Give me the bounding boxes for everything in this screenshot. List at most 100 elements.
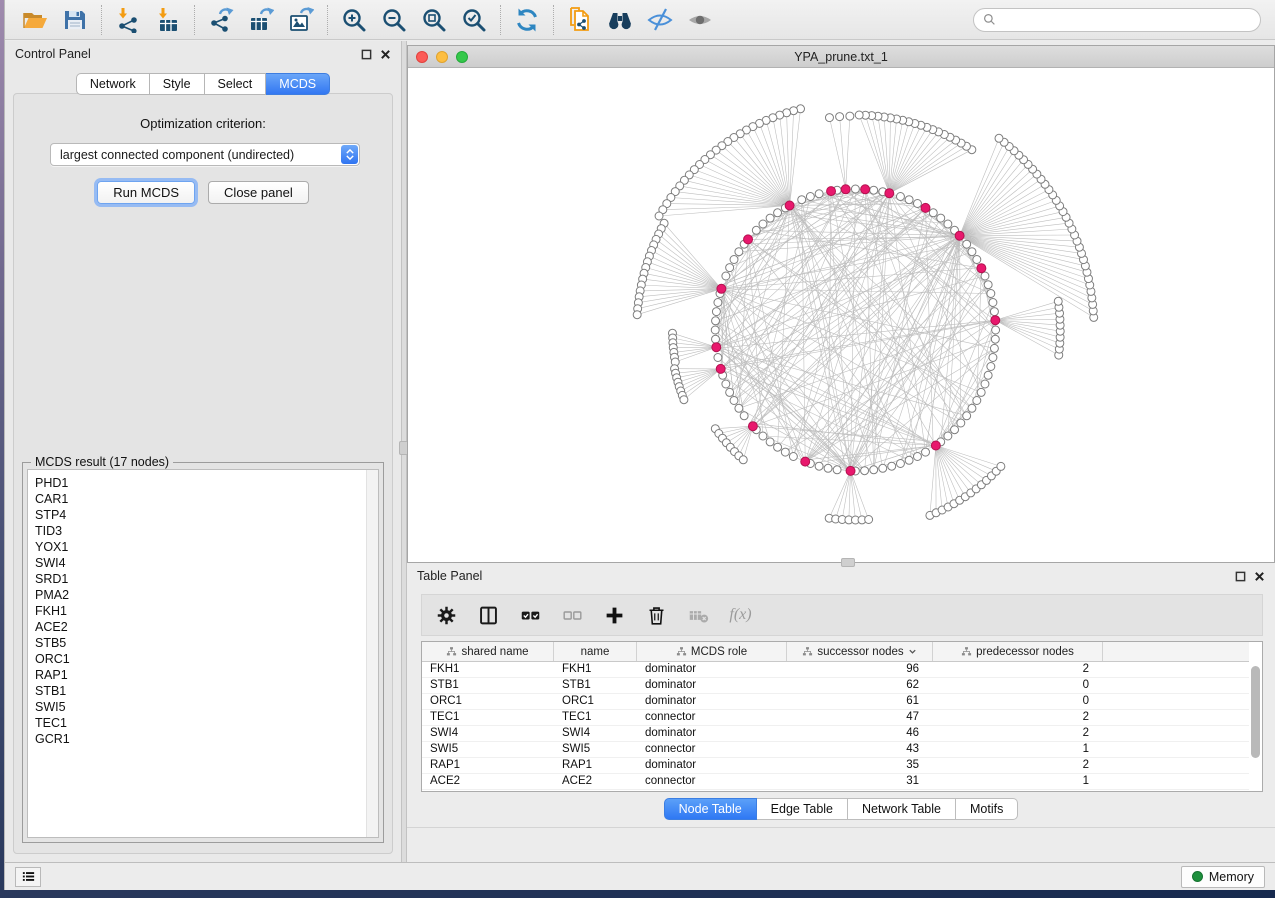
table-cell[interactable]: TEC1 — [422, 710, 554, 725]
table-cell[interactable]: connector — [637, 742, 787, 757]
table-cell[interactable]: RAP1 — [554, 758, 637, 773]
tab-select[interactable]: Select — [205, 73, 267, 95]
search-field[interactable] — [973, 8, 1261, 32]
tab-network-table[interactable]: Network Table — [848, 798, 956, 820]
column-header-name[interactable]: name — [554, 642, 637, 661]
share-document-button[interactable] — [560, 3, 600, 37]
column-header-shared-name[interactable]: shared name — [422, 642, 554, 661]
table-cell[interactable]: 47 — [787, 710, 933, 725]
result-list-item[interactable]: RAP1 — [35, 667, 378, 683]
column-header-MCDS-role[interactable]: MCDS role — [637, 642, 787, 661]
minimize-window-button[interactable] — [436, 51, 448, 63]
table-row[interactable]: TEC1TEC1connector472 — [422, 710, 1249, 726]
table-cell[interactable]: 43 — [787, 742, 933, 757]
deselect-all-button[interactable] — [560, 603, 585, 628]
zoom-in-button[interactable] — [334, 3, 374, 37]
table-cell[interactable]: SWI4 — [554, 726, 637, 741]
show-graphics-details-button[interactable] — [680, 3, 720, 37]
table-row[interactable]: YOX1YOX1connector291 — [422, 790, 1249, 791]
import-table-button[interactable] — [148, 3, 188, 37]
horizontal-splitter-grip[interactable] — [841, 558, 855, 567]
search-input[interactable] — [1001, 13, 1252, 27]
maximize-window-button[interactable] — [456, 51, 468, 63]
search-network-button[interactable] — [600, 3, 640, 37]
tab-network[interactable]: Network — [76, 73, 150, 95]
table-cell[interactable]: 2 — [933, 662, 1103, 677]
table-cell[interactable]: FKH1 — [422, 662, 554, 677]
zoom-fit-button[interactable] — [414, 3, 454, 37]
memory-button[interactable]: Memory — [1181, 866, 1265, 888]
table-row[interactable]: ACE2ACE2connector311 — [422, 774, 1249, 790]
table-cell[interactable]: ACE2 — [554, 774, 637, 789]
settings-button[interactable] — [434, 603, 459, 628]
save-session-button[interactable] — [55, 3, 95, 37]
tab-node-table[interactable]: Node Table — [664, 798, 757, 820]
add-row-button[interactable] — [602, 603, 627, 628]
table-cell[interactable]: dominator — [637, 758, 787, 773]
table-cell[interactable]: connector — [637, 790, 787, 791]
table-cell[interactable]: 31 — [787, 774, 933, 789]
table-cell[interactable]: connector — [637, 774, 787, 789]
export-table-button[interactable] — [241, 3, 281, 37]
table-cell[interactable]: 0 — [933, 678, 1103, 693]
table-cell[interactable]: 0 — [933, 694, 1103, 709]
result-list-item[interactable]: ORC1 — [35, 651, 378, 667]
result-list-item[interactable]: PMA2 — [35, 587, 378, 603]
table-cell[interactable]: 2 — [933, 726, 1103, 741]
table-cell[interactable]: 1 — [933, 790, 1103, 791]
network-canvas[interactable] — [408, 68, 1274, 562]
table-cell[interactable]: SWI5 — [554, 742, 637, 757]
table-row[interactable]: SWI5SWI5connector431 — [422, 742, 1249, 758]
criterion-select[interactable]: largest connected component (undirected) — [50, 143, 360, 166]
split-view-button[interactable] — [476, 603, 501, 628]
table-cell[interactable]: YOX1 — [422, 790, 554, 791]
result-list-item[interactable]: TEC1 — [35, 715, 378, 731]
table-cell[interactable]: dominator — [637, 726, 787, 741]
result-list-item[interactable]: YOX1 — [35, 539, 378, 555]
tab-motifs[interactable]: Motifs — [956, 798, 1018, 820]
table-cell[interactable]: dominator — [637, 678, 787, 693]
result-list-item[interactable]: FKH1 — [35, 603, 378, 619]
tab-style[interactable]: Style — [150, 73, 205, 95]
float-panel-icon[interactable] — [361, 49, 372, 60]
table-cell[interactable]: dominator — [637, 662, 787, 677]
result-list-item[interactable]: STB1 — [35, 683, 378, 699]
table-row[interactable]: SWI4SWI4dominator462 — [422, 726, 1249, 742]
close-table-panel-icon[interactable] — [1254, 571, 1265, 582]
table-cell[interactable]: RAP1 — [422, 758, 554, 773]
open-file-button[interactable] — [15, 3, 55, 37]
export-network-button[interactable] — [201, 3, 241, 37]
table-cell[interactable]: 35 — [787, 758, 933, 773]
table-cell[interactable]: 61 — [787, 694, 933, 709]
result-list-item[interactable]: TID3 — [35, 523, 378, 539]
column-header-successor-nodes[interactable]: successor nodes — [787, 642, 933, 661]
table-cell[interactable]: 96 — [787, 662, 933, 677]
column-header-predecessor-nodes[interactable]: predecessor nodes — [933, 642, 1103, 661]
delete-row-button[interactable] — [644, 603, 669, 628]
tab-edge-table[interactable]: Edge Table — [757, 798, 848, 820]
table-cell[interactable]: 62 — [787, 678, 933, 693]
table-cell[interactable]: ORC1 — [422, 694, 554, 709]
result-list-item[interactable]: CAR1 — [35, 491, 378, 507]
close-window-button[interactable] — [416, 51, 428, 63]
table-row[interactable]: STB1STB1dominator620 — [422, 678, 1249, 694]
table-cell[interactable]: dominator — [637, 694, 787, 709]
close-panel-icon[interactable] — [380, 49, 391, 60]
table-cell[interactable]: 1 — [933, 774, 1103, 789]
table-cell[interactable]: ORC1 — [554, 694, 637, 709]
table-scrollbar-thumb[interactable] — [1251, 666, 1260, 758]
table-cell[interactable]: 2 — [933, 758, 1103, 773]
result-list-item[interactable]: ACE2 — [35, 619, 378, 635]
table-cell[interactable]: connector — [637, 710, 787, 725]
tab-mcds[interactable]: MCDS — [266, 73, 330, 95]
zoom-selected-button[interactable] — [454, 3, 494, 37]
zoom-out-button[interactable] — [374, 3, 414, 37]
result-list-item[interactable]: SWI5 — [35, 699, 378, 715]
result-list-item[interactable]: GCR1 — [35, 731, 378, 747]
mcds-result-list[interactable]: PHD1CAR1STP4TID3YOX1SWI4SRD1PMA2FKH1ACE2… — [27, 469, 379, 838]
export-image-button[interactable] — [281, 3, 321, 37]
table-row[interactable]: FKH1FKH1dominator962 — [422, 662, 1249, 678]
refresh-view-button[interactable] — [507, 3, 547, 37]
table-cell[interactable]: 1 — [933, 742, 1103, 757]
table-cell[interactable]: 29 — [787, 790, 933, 791]
